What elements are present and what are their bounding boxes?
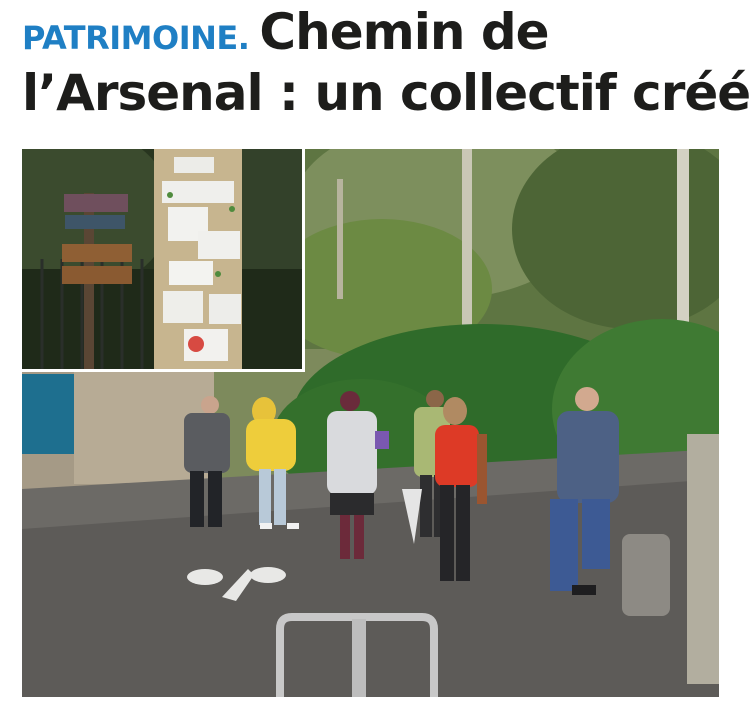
headline-line-2: l’Arsenal : un collectif créé [22, 64, 751, 122]
headline-line-1: PATRIMOINE. Chemin de [22, 4, 734, 66]
article-photo [22, 149, 719, 697]
headline: PATRIMOINE. Chemin de l’Arsenal : un coll… [22, 4, 751, 122]
inset-scene [22, 149, 302, 369]
headline-title-part-1: Chemin de [259, 3, 549, 61]
article-page: PATRIMOINE. Chemin de l’Arsenal : un coll… [0, 0, 751, 708]
person-blue-jacket [550, 387, 619, 595]
section-kicker: PATRIMOINE. [22, 19, 250, 57]
inset-photo [22, 149, 305, 372]
